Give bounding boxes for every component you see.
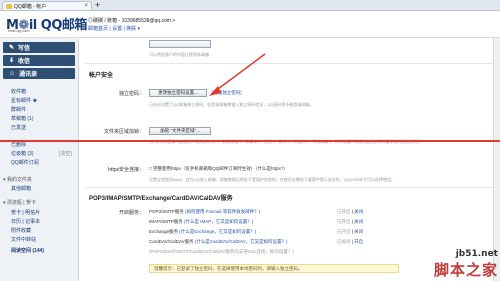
sidebar-item-cards[interactable]: 贺卡 | 明信片 <box>11 209 40 216</box>
sidebar-item-other-mailbox[interactable]: 其他邮箱 <box>11 185 31 192</box>
qq-mail-logo[interactable]: M❁il QQ邮箱 mail.qq.com <box>6 14 87 33</box>
service-help-link[interactable]: (如何使用 Foxmail 等软件收发邮件？) <box>185 209 260 214</box>
service-row-pop3: POP3/SMTP服务 (如何使用 Foxmail 等软件收发邮件？) <box>149 209 260 215</box>
password-hint: 已启动设置了QQ邮箱独立密码，在登录邮箱需输入独立密码验证，QQ密码将不能登录邮… <box>149 102 314 107</box>
header-links[interactable]: 邮箱首页 | 设置 | 换肤 ▾ <box>88 25 140 32</box>
service-state-exchange: 已开启 | 关闭 <box>337 229 364 234</box>
sidebar-item-reading[interactable]: 阅读空间 (144) <box>11 247 44 254</box>
service-state-text: 已开启 <box>337 209 351 214</box>
services-title: POP3/IMAP/SMTP/Exchange/CardDAV/CalDAV服务 <box>89 196 233 202</box>
change-password-button[interactable]: 更改独立密码设置... <box>149 89 207 97</box>
inbox-button[interactable]: ⬇ 收信 <box>3 55 75 66</box>
contacts-button[interactable]: ☺ 通讯录 <box>3 68 75 79</box>
tab-close-icon[interactable]: × <box>84 3 88 9</box>
write-button[interactable]: ✎ 写信 <box>3 42 75 53</box>
sidebar: ✎ 写信 ⬇ 收信 ☺ 通讯录 收件箱 星标邮件 ★ 群邮件 草稿箱 (1) 已… <box>0 38 79 281</box>
service-state-carddav: 已关闭 | 开启 <box>337 239 364 244</box>
https-checkbox[interactable]: □ 完整使用https（仅手机邮箱和QQ邮件订阅时生效）（什么是https?） <box>149 166 288 172</box>
service-help-link[interactable]: (什么是Exchange，它又是如何设置？) <box>179 229 256 234</box>
sidebar-item-file-transfer[interactable]: 文件中转站 <box>11 236 36 243</box>
contacts-label: 通讯录 <box>19 72 38 78</box>
sidebar-item-drafts[interactable]: 草稿箱 (1) <box>11 115 34 122</box>
service-toggle-link[interactable]: 关闭 <box>354 229 363 234</box>
watermark-brand: 脚本之家 <box>433 261 498 279</box>
manage-password-link[interactable]: [管理独立密码] <box>212 90 242 96</box>
inbox-label: 收信 <box>18 59 31 65</box>
mail-header: M❁il QQ邮箱 mail.qq.com ◎碳碳 / 账箱 - 1039685… <box>0 11 500 38</box>
sidebar-item-starred[interactable]: 星标邮件 ★ <box>11 97 37 104</box>
https-label: https安全连接： <box>108 167 144 173</box>
folders-header[interactable]: ▾ 我的文件夹 <box>3 176 32 183</box>
annotation-red-line <box>0 140 500 142</box>
download-icon: ⬇ <box>9 58 15 64</box>
service-state-imap: 已开启 | 关闭 <box>337 219 364 224</box>
service-state-text: 已开启 <box>337 229 351 234</box>
service-row-imap: IMAP/SMTP服务 (什么是 IMAP，它又是如何设置？) <box>149 219 253 225</box>
folder-lock-label: 文件夹区域加锁： <box>103 129 144 135</box>
mail-favicon-icon <box>6 3 12 9</box>
https-hint: 设置全程使用https，会在QQ进入邮箱，搜集数据后将处于受保护状态的，在使用支… <box>149 177 396 182</box>
service-state-text: 已开启 <box>337 219 351 224</box>
account-info[interactable]: ◎碳碳 / 账箱 - 1039685538@qq.com > <box>88 17 175 24</box>
settings-panel: 可以将此账户的内容迁移到本邮箱 帐户安全 独立密码： 更改独立密码设置... [… <box>79 38 500 281</box>
top-action-button[interactable] <box>149 40 211 48</box>
service-toggle-link[interactable]: 关闭 <box>354 209 363 214</box>
logo-subtitle: mail.qq.com <box>8 28 30 33</box>
browser-titlebar: QQ邮箱 - 帐户 × + <box>0 0 500 11</box>
service-row-carddav: CardDAV/CalDAV服务 (什么是CardDAV/CalDAV，它又是如… <box>149 239 287 245</box>
service-row-exchange: Exchange服务 (什么是Exchange，它又是如何设置？) <box>149 229 256 235</box>
sidebar-item-calendar[interactable]: 日历 | 记事本 <box>11 218 40 225</box>
service-name: POP3/SMTP服务 <box>149 209 184 214</box>
ssl-note: (POP3/IMAP/SMTP/CardDAV/CalDAV服务均支持SSL连接… <box>149 249 294 254</box>
watermark-domain: jb51.net <box>455 249 498 259</box>
pencil-icon: ✎ <box>9 45 15 51</box>
sidebar-item-deleted[interactable]: 已删除 <box>11 141 26 148</box>
service-state-pop3: 已开启 | 关闭 <box>337 209 364 214</box>
spam-label: 垃圾箱 (3) <box>11 151 34 157</box>
lock-folders-button[interactable]: 加锁 "文件夹区域"... <box>149 127 211 135</box>
service-help-link[interactable]: (什么是 IMAP，它又是如何设置？) <box>184 219 253 224</box>
top-hint: 可以将此账户的内容迁移到本邮箱 <box>149 52 209 57</box>
independent-password-label: 独立密码： <box>118 91 144 97</box>
service-name: CardDAV/CalDAV服务 <box>149 239 194 244</box>
page-scrollbar[interactable] <box>493 38 500 281</box>
write-label: 写信 <box>18 46 31 52</box>
sidebar-item-sent[interactable]: 已发送 <box>11 124 26 131</box>
empty-spam-link[interactable]: [清空] <box>59 150 72 157</box>
security-title: 帐户安全 <box>89 73 114 79</box>
sidebar-item-subscription[interactable]: QQ邮件订阅 <box>11 159 39 166</box>
divider <box>85 63 495 64</box>
contacts-icon: ☺ <box>9 70 16 77</box>
sidebar-item-spam[interactable]: 垃圾箱 (3) [清空] <box>11 150 72 157</box>
sidebar-item-group[interactable]: 群邮件 <box>11 106 26 113</box>
apps-header[interactable]: ▾ 漂流瓶 | 贺卡 <box>3 199 36 206</box>
service-state-text: 已关闭 <box>337 239 351 244</box>
divider <box>85 187 495 188</box>
service-name: Exchange服务 <box>149 229 179 234</box>
service-help-link[interactable]: (什么是CardDAV/CalDAV，它又是如何设置？) <box>195 239 288 244</box>
sidebar-item-attachments[interactable]: 附件收藏 <box>11 227 31 234</box>
service-toggle-link[interactable]: 关闭 <box>354 219 363 224</box>
service-name: IMAP/SMTP服务 <box>149 219 183 224</box>
warning-notice: 温馨提示：已登录了独立密码，在选择使用本地密码时，请输入独立密码。 <box>149 264 399 273</box>
new-tab-button[interactable]: + <box>95 0 100 10</box>
site-watermark: jb51.net 脚本之家 <box>434 249 498 280</box>
sidebar-item-inbox[interactable]: 收件箱 <box>11 88 26 95</box>
tab-title: QQ邮箱 - 帐户 <box>14 3 47 10</box>
enable-services-label: 开启服务： <box>118 210 144 216</box>
browser-tab[interactable]: QQ邮箱 - 帐户 × <box>2 1 92 10</box>
service-toggle-link[interactable]: 开启 <box>354 239 363 244</box>
